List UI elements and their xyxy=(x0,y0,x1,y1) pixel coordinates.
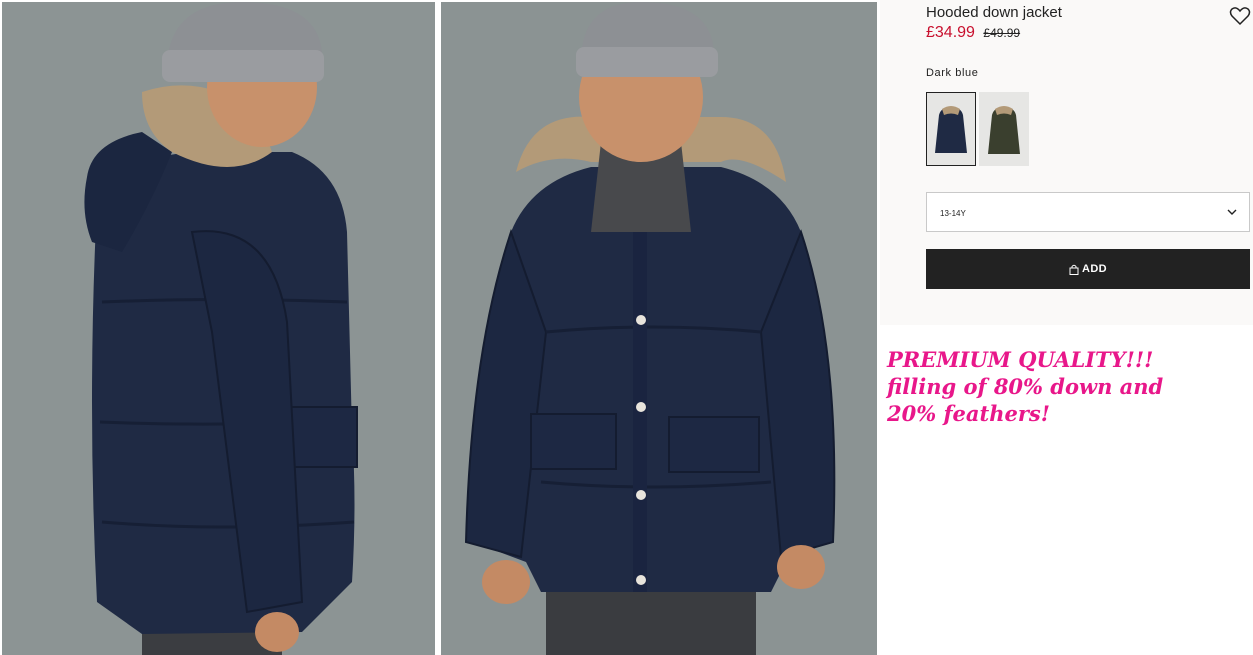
promo-line-1: PREMIUM QUALITY!!! xyxy=(887,347,1154,372)
price-row: £34.99 £49.99 xyxy=(926,24,1020,42)
product-info-panel: Hooded down jacket £34.99 £49.99 Dark bl… xyxy=(880,0,1253,325)
product-title: Hooded down jacket xyxy=(926,4,1062,21)
product-photo-side[interactable] xyxy=(2,2,435,655)
color-swatch-dark-blue[interactable] xyxy=(926,92,976,166)
front-view-illustration xyxy=(441,2,877,655)
promo-text: PREMIUM QUALITY!!! filling of 80% down a… xyxy=(887,346,1247,427)
selected-color-name: Dark blue xyxy=(926,67,979,79)
promo-line-3: 20% feathers! xyxy=(887,401,1050,426)
product-page: Hooded down jacket £34.99 £49.99 Dark bl… xyxy=(0,0,1253,655)
size-dropdown[interactable]: 13-14Y xyxy=(926,192,1250,232)
add-to-bag-button[interactable]: ADD xyxy=(926,249,1250,289)
current-price: £34.99 xyxy=(926,24,975,41)
color-swatch-dark-khaki[interactable] xyxy=(979,92,1029,166)
chevron-down-icon xyxy=(1227,209,1237,215)
favorite-heart-icon[interactable] xyxy=(1229,6,1251,26)
size-selected-value: 13-14Y xyxy=(940,209,966,218)
promo-line-2: filling of 80% down and xyxy=(887,374,1164,399)
side-view-illustration xyxy=(2,2,435,655)
jacket-thumbnail-dark-blue xyxy=(927,93,975,165)
original-price: £49.99 xyxy=(983,26,1021,40)
jacket-thumbnail-dark-khaki xyxy=(979,92,1029,166)
shopping-bag-icon xyxy=(1069,264,1079,275)
product-photo-front[interactable] xyxy=(441,2,877,655)
add-button-label: ADD xyxy=(1081,263,1108,275)
